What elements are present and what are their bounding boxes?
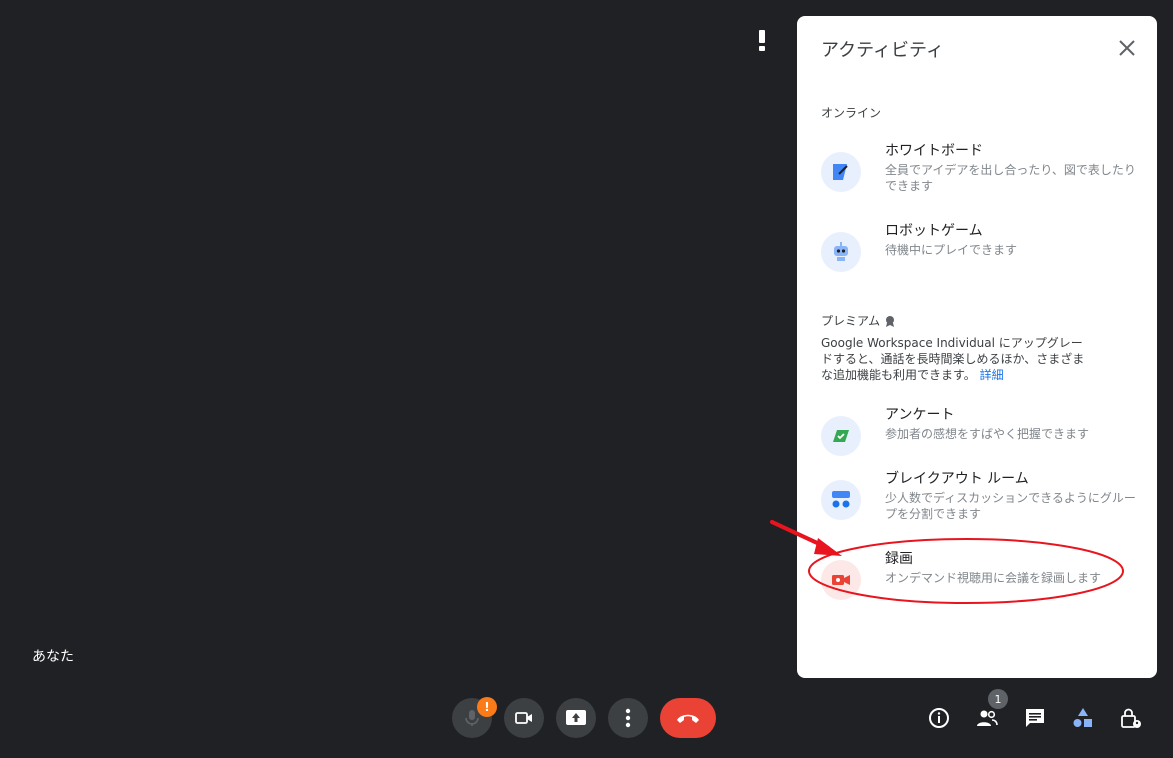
- activity-item-poll[interactable]: アンケート 参加者の感想をすばやく把握できます: [797, 404, 1157, 468]
- activity-item-robot-game[interactable]: ロボットゲーム 待機中にプレイできます: [797, 220, 1157, 284]
- promo-text: Google Workspace Individual にアップグレードすると、…: [821, 336, 1085, 382]
- activity-desc: 参加者の感想をすばやく把握できます: [885, 427, 1090, 441]
- activities-icon[interactable]: [1071, 706, 1095, 730]
- info-icon[interactable]: [927, 706, 951, 730]
- whiteboard-icon: [821, 152, 861, 192]
- host-controls-icon[interactable]: [1119, 706, 1143, 730]
- more-vert-icon: [625, 708, 631, 728]
- chat-icon[interactable]: [1023, 706, 1047, 730]
- activity-title: ホワイトボード: [885, 143, 983, 159]
- breakout-rooms-icon: [821, 480, 861, 520]
- activity-desc: 少人数でディスカッションできるようにグループを分割できます: [885, 491, 1136, 521]
- learn-more-link[interactable]: 詳細: [980, 368, 1004, 382]
- premium-badge-icon: [886, 315, 895, 327]
- activity-desc: 待機中にプレイできます: [885, 243, 1018, 257]
- premium-section-label: プレミアム: [821, 312, 896, 329]
- online-label-text: オンライン: [821, 106, 882, 120]
- participant-count-badge: 1: [988, 689, 1008, 709]
- close-icon[interactable]: [1115, 36, 1139, 60]
- activity-desc: 全員でアイデアを出し合ったり、図で表したりできます: [885, 163, 1136, 193]
- mic-warning-badge: !: [477, 697, 497, 717]
- annotation-arrow: [770, 520, 842, 556]
- camera-icon: [515, 712, 532, 724]
- alert-icon: [759, 30, 765, 51]
- poll-icon: [821, 416, 861, 456]
- activity-title: ブレイクアウト ルーム: [885, 471, 1029, 487]
- upgrade-promo: Google Workspace Individual にアップグレードすると、…: [821, 335, 1091, 383]
- premium-label-text: プレミアム: [821, 314, 881, 328]
- activity-title: ロボットゲーム: [885, 223, 983, 239]
- activity-item-whiteboard[interactable]: ホワイトボード 全員でアイデアを出し合ったり、図で表したりできます: [797, 140, 1157, 204]
- leave-call-button[interactable]: [660, 698, 716, 738]
- present-screen-button[interactable]: [556, 698, 596, 738]
- more-options-button[interactable]: [608, 698, 648, 738]
- activity-title: アンケート: [885, 407, 955, 423]
- activity-item-breakout-rooms[interactable]: ブレイクアウト ルーム 少人数でディスカッションできるようにグループを分割できま…: [797, 468, 1157, 532]
- annotation-ellipse: [808, 538, 1124, 604]
- robot-game-icon: [821, 232, 861, 272]
- present-screen-icon: [566, 710, 586, 725]
- people-icon[interactable]: [975, 706, 999, 730]
- camera-button[interactable]: [504, 698, 544, 738]
- panel-title: アクティビティ: [821, 40, 944, 61]
- self-name-label: あなた: [32, 649, 74, 665]
- hangup-icon: [677, 714, 699, 723]
- online-section-label: オンライン: [821, 104, 881, 121]
